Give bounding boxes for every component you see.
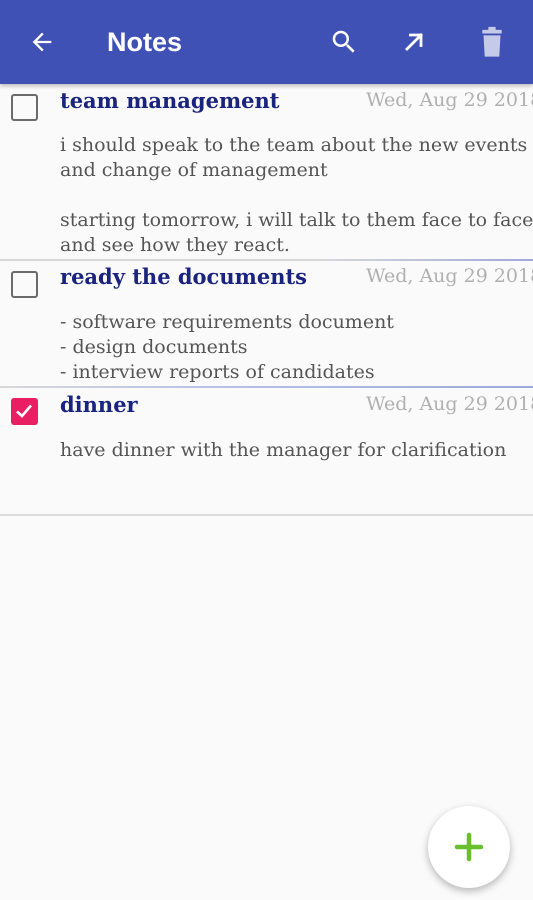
- note-checkbox[interactable]: [11, 271, 38, 298]
- note-title: ready the documents: [60, 264, 307, 289]
- trash-icon: [482, 26, 502, 57]
- note-body: have dinner with the manager for clarifi…: [60, 439, 507, 461]
- search-icon: [332, 30, 355, 53]
- share-arrow-icon: [405, 33, 423, 51]
- back-arrow-icon: [32, 32, 52, 52]
- open-external-button[interactable]: [390, 20, 438, 64]
- note-item[interactable]: dinner Wed, Aug 29 2018 have dinner with…: [0, 388, 533, 514]
- back-button[interactable]: [18, 20, 66, 64]
- note-date: Wed, Aug 29 2018: [366, 89, 533, 111]
- note-item[interactable]: team management Wed, Aug 29 2018 i shoul…: [0, 84, 533, 260]
- note-checkbox-checked[interactable]: [11, 398, 38, 425]
- note-checkbox[interactable]: [11, 94, 38, 121]
- note-title: dinner: [60, 392, 138, 417]
- search-button[interactable]: [320, 20, 368, 64]
- check-icon: [16, 404, 32, 418]
- page-title: Notes: [107, 27, 183, 57]
- note-date: Wed, Aug 29 2018: [366, 393, 533, 415]
- note-body: i should speak to the team about the new…: [60, 134, 533, 256]
- add-note-button[interactable]: [428, 806, 510, 888]
- note-body: - software requirements document - desig…: [60, 311, 394, 383]
- note-date: Wed, Aug 29 2018: [366, 265, 533, 287]
- note-title: team management: [60, 88, 280, 113]
- note-item[interactable]: ready the documents Wed, Aug 29 2018 - s…: [0, 261, 533, 387]
- note-divider: [0, 514, 533, 516]
- plus-icon: [454, 832, 484, 862]
- app-bar: Notes: [0, 0, 533, 84]
- delete-button[interactable]: [468, 20, 516, 64]
